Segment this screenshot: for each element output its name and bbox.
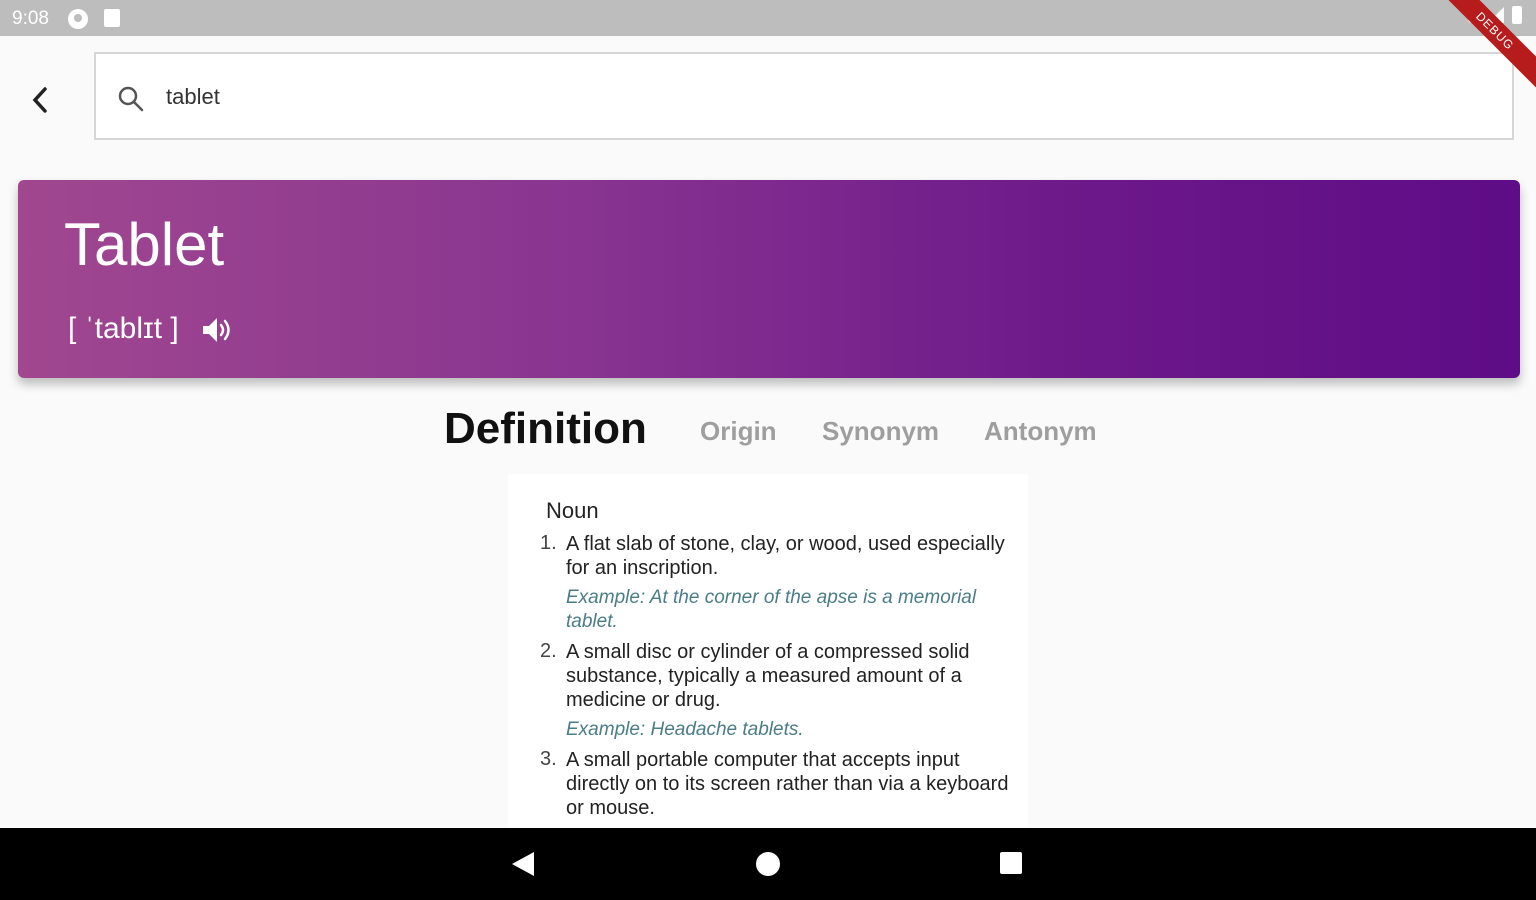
tab-synonym[interactable]: Synonym (822, 416, 939, 447)
definition-number: 1. (540, 532, 557, 554)
definition-number: 3. (540, 748, 557, 770)
status-time: 9:08 (12, 8, 49, 29)
definition-item: 3. A small portable computer that accept… (540, 748, 1010, 820)
definition-number: 2. (540, 640, 557, 662)
tab-definition[interactable]: Definition (444, 404, 647, 454)
nav-back-icon[interactable] (512, 852, 534, 876)
tab-bar: Definition Origin Synonym Antonym (0, 402, 1536, 462)
definition-example: Example: At the corner of the apse is a … (566, 587, 977, 632)
definition-text: A small disc or cylinder of a compressed… (566, 641, 970, 711)
part-of-speech: Noun (546, 498, 599, 523)
speaker-icon (203, 318, 230, 342)
tab-antonym[interactable]: Antonym (984, 416, 1097, 447)
system-nav-bar (0, 828, 1536, 900)
definition-item: 1. A flat slab of stone, clay, or wood, … (540, 532, 1010, 634)
back-arrow-icon (32, 87, 47, 113)
definition-text: A small portable computer that accepts i… (566, 749, 1009, 819)
definition-card: Noun 1. A flat slab of stone, clay, or w… (508, 474, 1028, 828)
status-bar: 9:08 (0, 0, 1536, 36)
definition-text: A flat slab of stone, clay, or wood, use… (566, 533, 1005, 579)
tab-origin[interactable]: Origin (700, 416, 777, 447)
phonetic-text: [ ˈtablɪt ] (68, 312, 179, 345)
nav-home-icon[interactable] (756, 852, 780, 876)
definition-example: Example: Headache tablets. (566, 719, 804, 740)
nav-recents-icon[interactable] (1000, 852, 1022, 874)
battery-icon (1512, 6, 1522, 24)
search-box[interactable] (94, 52, 1514, 140)
search-icon (118, 86, 144, 112)
notification-icon (68, 9, 88, 29)
word-header-card: Tablet [ ˈtablɪt ] (18, 180, 1520, 378)
search-input[interactable] (164, 76, 1468, 118)
back-button[interactable] (22, 82, 58, 118)
sd-card-icon (104, 9, 120, 27)
definition-item: 2. A small disc or cylinder of a compres… (540, 640, 1010, 742)
word-title: Tablet (64, 211, 225, 278)
pronounce-button[interactable] (200, 314, 234, 351)
